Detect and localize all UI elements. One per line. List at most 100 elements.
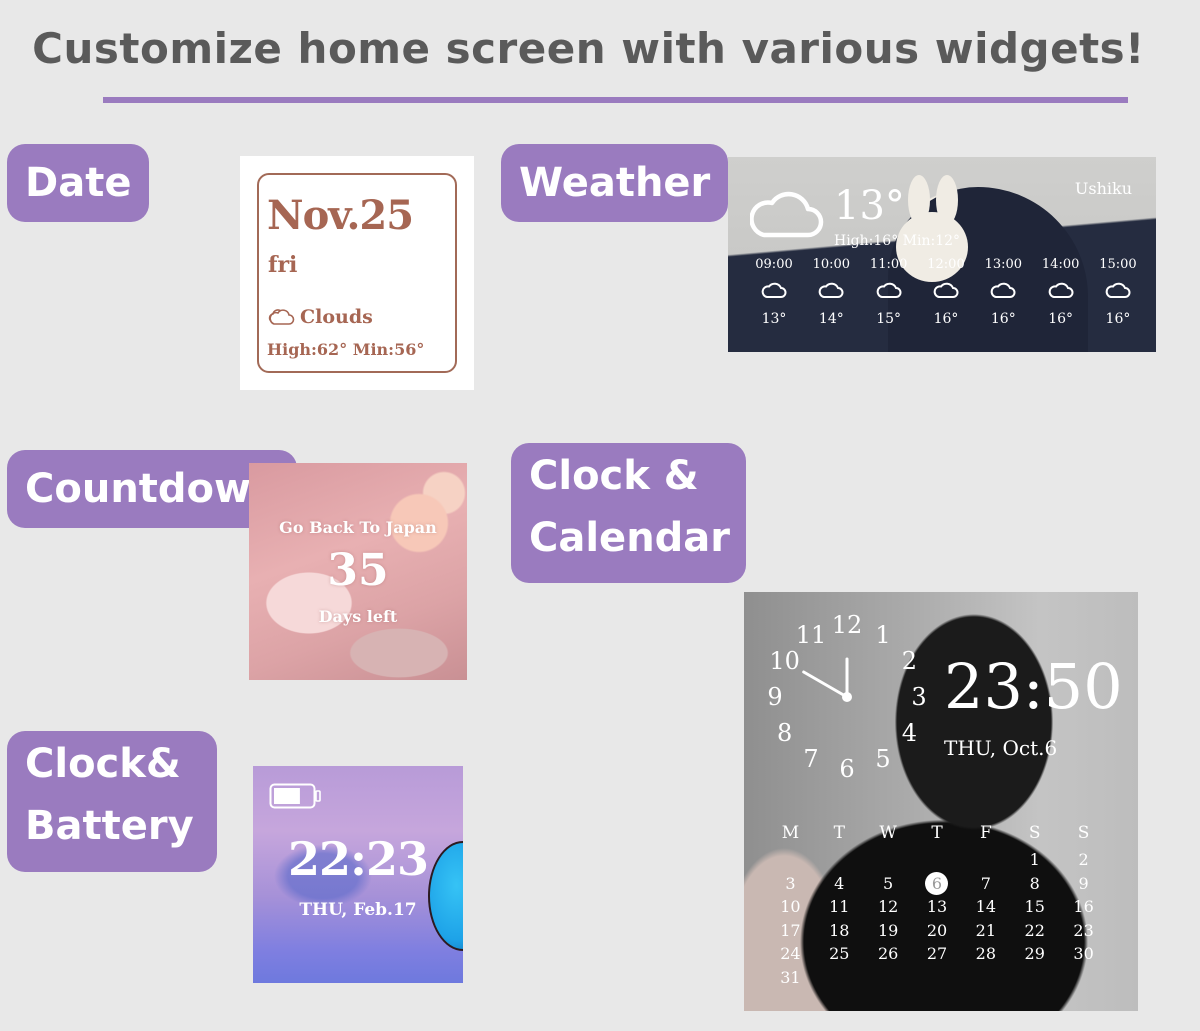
label-weather: Weather <box>501 144 729 222</box>
calendar-day[interactable]: 25 <box>815 942 864 966</box>
calendar-day[interactable]: 2 <box>1059 848 1108 872</box>
hour-time: 13:00 <box>984 257 1023 272</box>
calendar-day[interactable]: 10 <box>766 895 815 919</box>
label-clock-calendar-line1: Clock & <box>529 453 699 499</box>
weekday-header: T <box>833 823 845 843</box>
hour-time: 12:00 <box>927 257 965 272</box>
calendar-blank <box>864 848 913 872</box>
digital-date: THU, Oct.6 <box>944 736 1058 760</box>
clock-time: 22:23 <box>287 832 429 886</box>
cloud-icon <box>268 309 295 325</box>
hourly-item: 09:00 13° <box>746 257 802 327</box>
weekday-text: fri <box>268 252 298 278</box>
hourly-item: 13:00 16° <box>975 257 1031 327</box>
weather-widget[interactable]: 13° High:16° Min:12° Ushiku 09:00 13° 10:0… <box>728 157 1156 352</box>
calendar-day[interactable]: 3 <box>766 872 815 896</box>
calendar-day[interactable]: 30 <box>1059 942 1108 966</box>
clock-battery-widget[interactable]: 22:23 THU, Feb.17 <box>253 766 463 983</box>
calendar-day[interactable]: 29 <box>1010 942 1059 966</box>
calendar-day[interactable]: 1 <box>1010 848 1059 872</box>
calendar-day[interactable]: 9 <box>1059 872 1108 896</box>
digital-time: 23:50 <box>944 650 1123 723</box>
calendar-day[interactable]: 19 <box>864 919 913 943</box>
hour-temp: 15° <box>876 311 902 327</box>
weather-condition: Clouds <box>267 306 373 328</box>
label-clock-battery-line1: Clock& <box>25 741 181 787</box>
label-clock-calendar: Clock & Calendar <box>511 443 746 583</box>
hour-temp: 13° <box>761 311 787 327</box>
calendar-day[interactable]: 5 <box>864 872 913 896</box>
title-underline <box>103 97 1128 103</box>
hour-time: 10:00 <box>812 257 851 272</box>
calendar-day[interactable]: 16 <box>1059 895 1108 919</box>
cloud-icon <box>818 281 844 311</box>
current-temperature: 13° <box>834 183 905 229</box>
weekday-header: S <box>1028 823 1041 843</box>
calendar-day-today[interactable]: 6 <box>913 871 962 896</box>
calendar-day[interactable]: 28 <box>961 942 1010 966</box>
countdown-unit: Days left <box>318 607 398 626</box>
cloud-icon <box>1105 281 1131 311</box>
weekday-header: S <box>1077 823 1090 843</box>
cloud-icon <box>990 281 1016 311</box>
city-name: Ushiku <box>1074 179 1132 198</box>
calendar-day[interactable]: 27 <box>913 942 962 966</box>
cloud-icon <box>761 281 787 311</box>
hour-temp: 16° <box>933 311 959 327</box>
battery-icon <box>269 783 321 809</box>
label-date: Date <box>7 144 150 222</box>
weekday-header: M <box>781 823 800 843</box>
hour-time: 15:00 <box>1099 257 1137 272</box>
label-clock-calendar-line2: Calendar <box>529 515 731 561</box>
high-low-text: High:16° Min:12° <box>834 233 961 249</box>
cloud-icon <box>1048 281 1074 311</box>
clock-calendar-widget[interactable]: 12 1 2 3 4 5 6 7 8 9 10 11 23:50 THU, Oct.6 MTWTFSS… <box>744 592 1138 1011</box>
countdown-number: 35 <box>327 545 389 596</box>
hour-hand <box>802 670 849 699</box>
calendar-day[interactable]: 23 <box>1059 919 1108 943</box>
calendar-day[interactable]: 20 <box>913 919 962 943</box>
hourly-item: 10:00 14° <box>803 257 859 327</box>
calendar-day[interactable]: 21 <box>961 919 1010 943</box>
weekday-header: W <box>879 823 897 843</box>
calendar-day[interactable]: 8 <box>1010 872 1059 896</box>
hour-time: 14:00 <box>1041 257 1080 272</box>
countdown-widget[interactable]: Go Back To Japan 35 Days left <box>249 463 467 680</box>
battery-level-fill <box>274 788 300 804</box>
calendar-day[interactable]: 11 <box>815 895 864 919</box>
hourly-forecast: 09:00 13° 10:00 14° 11:00 15° 12:00 16° 13:00 16°… <box>746 257 1146 327</box>
weekday-header: F <box>979 823 992 843</box>
hour-temp: 14° <box>818 311 844 327</box>
calendar-day[interactable]: 13 <box>913 895 962 919</box>
hour-temp: 16° <box>1048 311 1074 327</box>
hour-time: 09:00 <box>755 257 793 272</box>
calendar-blank <box>766 848 815 872</box>
calendar-day[interactable]: 4 <box>815 872 864 896</box>
calendar-day[interactable]: 26 <box>864 942 913 966</box>
hourly-item: 15:00 16° <box>1090 257 1146 327</box>
calendar-day[interactable]: 15 <box>1010 895 1059 919</box>
hour-temp: 16° <box>1105 311 1131 327</box>
calendar-day[interactable]: 7 <box>961 872 1010 896</box>
calendar-day[interactable]: 24 <box>766 942 815 966</box>
hourly-item: 11:00 15° <box>861 257 917 327</box>
high-low-text: High:62° Min:56° <box>267 340 425 359</box>
weekday-header: T <box>931 823 943 843</box>
calendar-day[interactable]: 14 <box>961 895 1010 919</box>
calendar-day[interactable]: 17 <box>766 919 815 943</box>
hourly-item: 12:00 16° <box>918 257 974 327</box>
cloud-icon <box>750 191 824 238</box>
clock-date: THU, Feb.17 <box>299 900 417 920</box>
cloud-icon <box>876 281 902 311</box>
calendar-blank <box>913 848 962 872</box>
date-widget[interactable]: Nov.25 fri Clouds High:62° Min:56° <box>240 156 474 390</box>
hour-time: 11:00 <box>869 257 908 272</box>
calendar-blank <box>815 848 864 872</box>
calendar-day[interactable]: 22 <box>1010 919 1059 943</box>
countdown-event: Go Back To Japan <box>279 518 437 537</box>
calendar-day[interactable]: 31 <box>766 966 815 990</box>
calendar-day[interactable]: 12 <box>864 895 913 919</box>
cloud-icon <box>933 281 959 311</box>
calendar-day[interactable]: 18 <box>815 919 864 943</box>
hour-temp: 16° <box>990 311 1016 327</box>
